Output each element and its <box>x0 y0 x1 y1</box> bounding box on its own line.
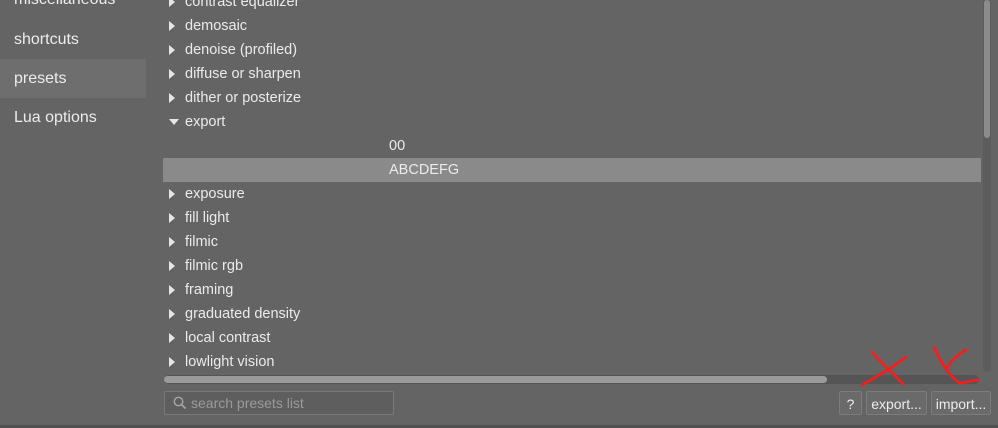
tree-row-label: fill light <box>185 210 230 226</box>
tree-row-label: framing <box>185 282 234 298</box>
tree-row-fill-light[interactable]: fill light <box>163 206 981 230</box>
tree-row-exposure[interactable]: exposure <box>163 182 981 206</box>
preferences-window: miscellaneous shortcuts presets Lua opti… <box>0 0 998 428</box>
tree-row-label: demosaic <box>185 18 248 34</box>
search-icon <box>173 396 187 415</box>
tree-row-label: filmic rgb <box>185 258 244 274</box>
triangle-right-icon[interactable] <box>169 350 179 374</box>
tree-row-filmic[interactable]: filmic <box>163 230 981 254</box>
horizontal-scrollbar-thumb[interactable] <box>164 376 827 383</box>
sidebar-item-presets[interactable]: presets <box>0 59 146 98</box>
triangle-right-icon[interactable] <box>169 38 179 62</box>
triangle-right-icon[interactable] <box>169 326 179 350</box>
search-box[interactable] <box>164 391 394 415</box>
tree-row-dither-or-posterize[interactable]: dither or posterize <box>163 86 981 110</box>
tree-row-label: exposure <box>185 186 245 202</box>
tree-row-label: dither or posterize <box>185 90 302 106</box>
triangle-right-icon[interactable] <box>169 278 179 302</box>
triangle-right-icon[interactable] <box>169 0 179 14</box>
tree-row-local-contrast[interactable]: local contrast <box>163 326 981 350</box>
tree-row-framing[interactable]: framing <box>163 278 981 302</box>
tree-row-diffuse-or-sharpen[interactable]: diffuse or sharpen <box>163 62 981 86</box>
tree-row-denoise-profiled[interactable]: denoise (profiled) <box>163 38 981 62</box>
triangle-right-icon[interactable] <box>169 86 179 110</box>
tree-row-label: contrast equalizer <box>185 0 300 10</box>
sidebar: miscellaneous shortcuts presets Lua opti… <box>0 0 146 428</box>
preset-name: 00 <box>389 138 406 154</box>
sidebar-item-shortcuts[interactable]: shortcuts <box>0 20 146 59</box>
tree-row-filmic-rgb[interactable]: filmic rgb <box>163 254 981 278</box>
triangle-right-icon[interactable] <box>169 302 179 326</box>
tree-row-demosaic[interactable]: demosaic <box>163 14 981 38</box>
sidebar-item-miscellaneous[interactable]: miscellaneous <box>0 0 146 19</box>
tree-row-label: filmic <box>185 234 219 250</box>
preset-row-00[interactable]: 00 <box>163 134 981 158</box>
search-input[interactable] <box>191 392 387 414</box>
help-button[interactable]: ? <box>839 391 862 415</box>
vertical-scrollbar[interactable] <box>983 0 991 372</box>
tree-row-label: local contrast <box>185 330 271 346</box>
tree-row-contrast-equalizer[interactable]: contrast equalizer <box>163 0 981 14</box>
vertical-scrollbar-thumb[interactable] <box>984 0 990 138</box>
tree-row-label: export <box>185 114 226 130</box>
horizontal-scrollbar[interactable] <box>164 375 979 384</box>
import-button[interactable]: import... <box>931 391 991 415</box>
tree-row-label: lowlight vision <box>185 354 275 370</box>
triangle-down-icon[interactable] <box>169 110 179 134</box>
triangle-right-icon[interactable] <box>169 14 179 38</box>
triangle-right-icon[interactable] <box>169 182 179 206</box>
triangle-right-icon[interactable] <box>169 206 179 230</box>
preset-name: ABCDEFG <box>389 162 460 178</box>
triangle-right-icon[interactable] <box>169 230 179 254</box>
tree-row-graduated-density[interactable]: graduated density <box>163 302 981 326</box>
tree-row-label: graduated density <box>185 306 301 322</box>
tree-row-lowlight-vision[interactable]: lowlight vision <box>163 350 981 374</box>
triangle-right-icon[interactable] <box>169 62 179 86</box>
tree-row-label: denoise (profiled) <box>185 42 298 58</box>
tree-row-label: diffuse or sharpen <box>185 66 301 82</box>
presets-tree[interactable]: contrast equalizer demosaic denoise (pro… <box>163 0 981 378</box>
tree-row-export[interactable]: export <box>163 110 981 134</box>
triangle-right-icon[interactable] <box>169 254 179 278</box>
preset-row-abcdefg[interactable]: ABCDEFG <box>163 158 981 182</box>
export-button[interactable]: export... <box>866 391 927 415</box>
sidebar-item-lua-options[interactable]: Lua options <box>0 98 146 137</box>
